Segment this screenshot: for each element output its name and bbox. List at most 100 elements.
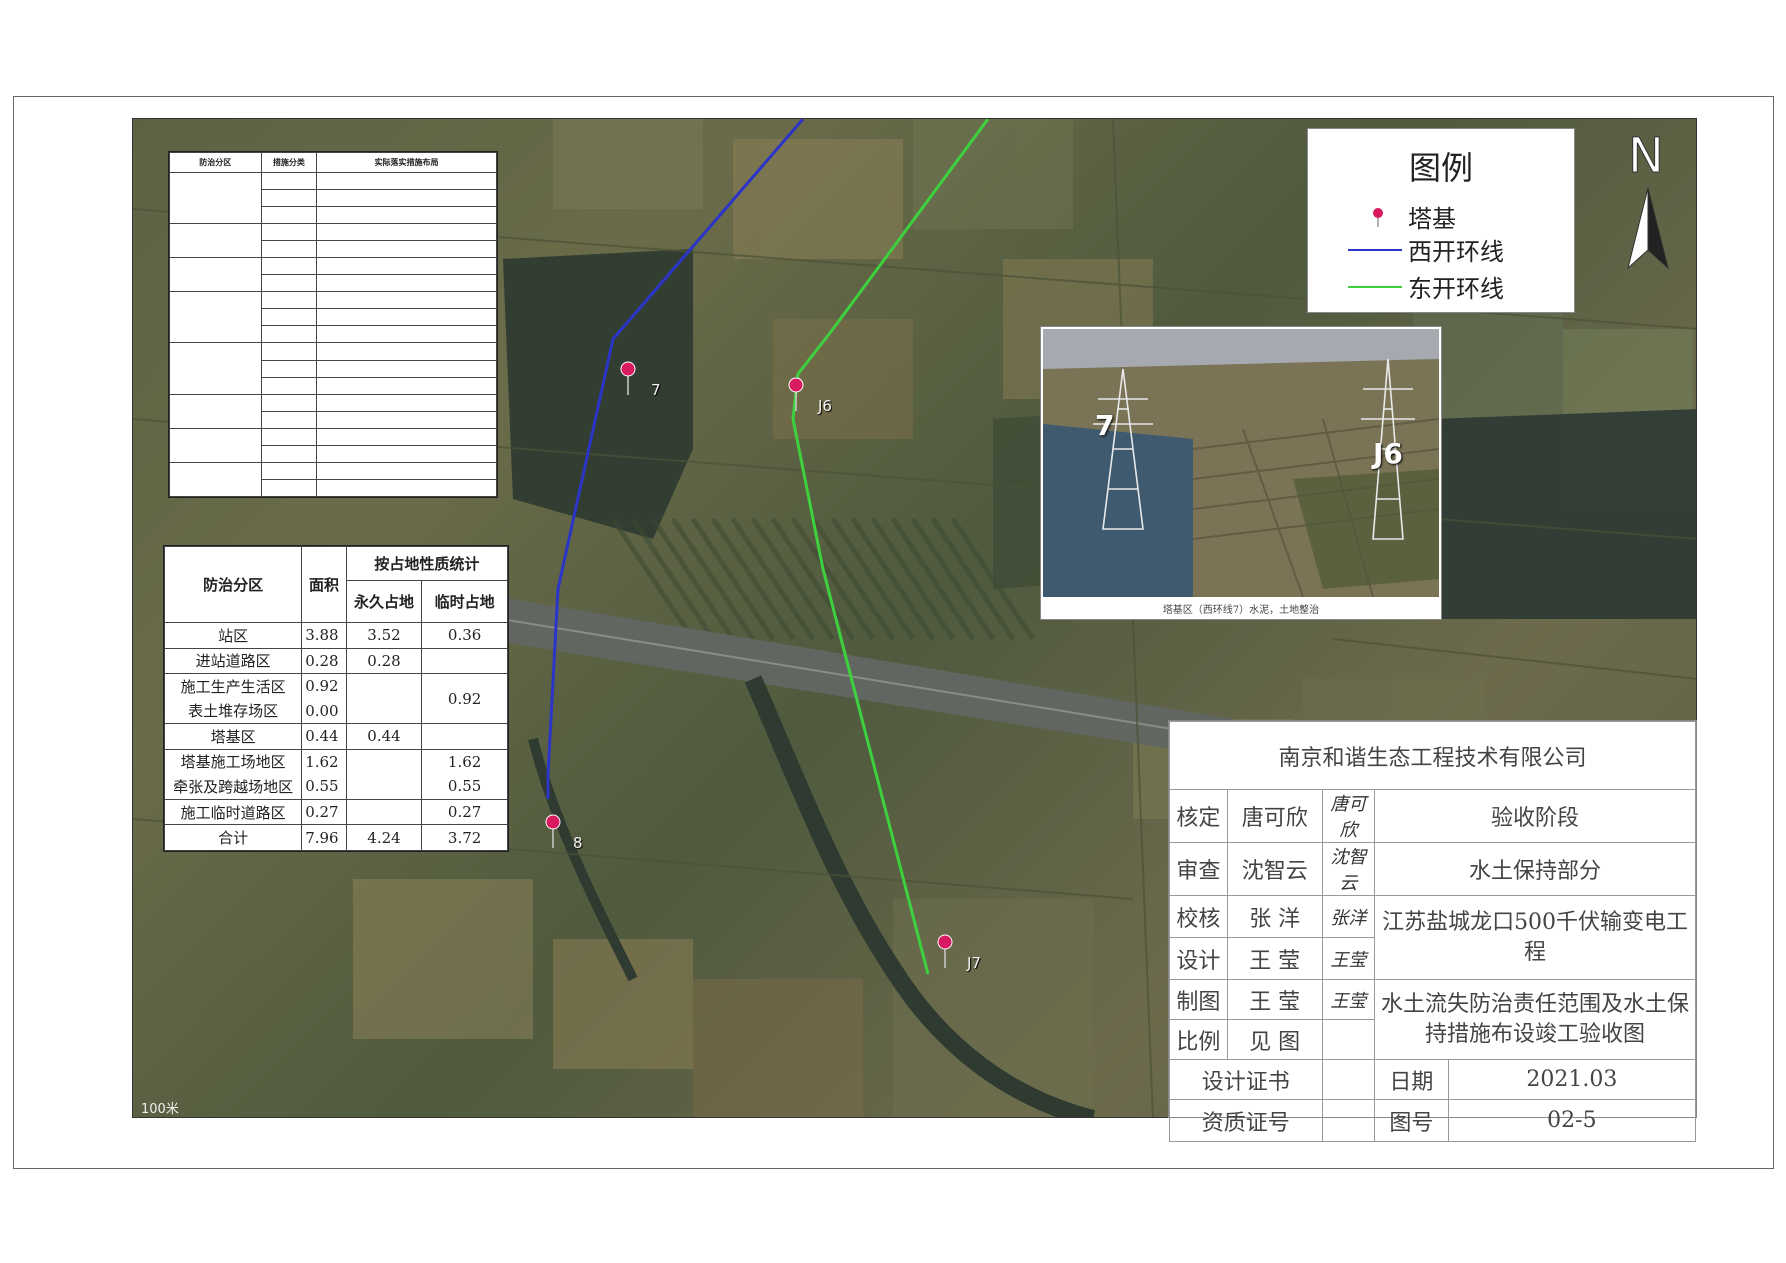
- signature-cell: 王莹: [1321, 937, 1376, 980]
- area-cell: 0.55: [301, 774, 347, 800]
- cert-quality-label: 资质证号: [1169, 1099, 1323, 1142]
- perm-cell: [345, 748, 423, 775]
- temp-cell: 0.55: [421, 774, 508, 800]
- area-cell: 0.27: [301, 798, 347, 826]
- perm-cell: 0.44: [345, 723, 423, 750]
- area-cell: 0.00: [301, 698, 347, 725]
- role-cell: 制图: [1169, 979, 1228, 1020]
- land-stats-table: 防治分区 面积 按占地性质统计 永久占地 临时占地 站区 3.88 3.52 0…: [163, 545, 509, 852]
- name-cell: 张 洋: [1226, 895, 1323, 938]
- title-block: 南京和谐生态工程技术有限公司 核定 唐可欣 唐可欣 验收阶段 审查 沈智云 沈智…: [1168, 720, 1697, 1142]
- tower-label-J7: J7: [967, 954, 981, 972]
- name-cell: 王 莹: [1226, 937, 1323, 980]
- name-cell: 唐可欣: [1226, 789, 1323, 843]
- perm-cell: 3.52: [345, 622, 423, 649]
- temp-cell: 0.36: [421, 622, 508, 649]
- name-cell: 见 图: [1226, 1019, 1323, 1060]
- zone-cell: 施工临时道路区: [163, 798, 303, 826]
- company-name: 南京和谐生态工程技术有限公司: [1169, 721, 1696, 790]
- site-photo: 7 J6 塔基区（西环线7）水泥，土地整治: [1040, 326, 1442, 620]
- perm-cell: [345, 798, 423, 826]
- zone-cell: 进站道路区: [163, 647, 303, 675]
- table-row: 牵张及跨越场地区 0.55 0.55: [163, 774, 508, 800]
- stats-header-perm: 永久占地: [345, 580, 423, 623]
- cert-design-label: 设计证书: [1169, 1059, 1323, 1100]
- tower-pin-J7[interactable]: [937, 934, 953, 968]
- drawing-title: 水土流失防治责任范围及水土保持措施布设竣工验收图: [1374, 979, 1696, 1060]
- stage-cell: 验收阶段: [1374, 789, 1696, 843]
- measures-header-zone: 防治分区: [169, 152, 262, 173]
- name-cell: 王 莹: [1226, 979, 1323, 1020]
- name-cell: 沈智云: [1226, 842, 1323, 896]
- legend-item-tower: 塔基: [1348, 199, 1456, 234]
- photo-tower-label-7: 7: [1095, 409, 1115, 442]
- area-cell: 0.28: [301, 647, 347, 675]
- temp-cell: 0.27: [421, 798, 508, 826]
- signature-cell: [1321, 1019, 1376, 1060]
- zone-cell: 施工生产生活区: [163, 673, 303, 699]
- pin-icon: [1348, 205, 1402, 229]
- stats-header-zone: 防治分区: [163, 546, 303, 623]
- table-row: 进站道路区 0.28 0.28: [163, 647, 508, 675]
- perm-cell: 4.24: [345, 824, 423, 851]
- role-cell: 比例: [1169, 1019, 1228, 1060]
- table-row: 塔基区 0.44 0.44: [163, 723, 508, 750]
- role-cell: 校核: [1169, 895, 1228, 938]
- north-arrow-icon: N: [1618, 128, 1678, 276]
- signature-cell: 沈智云: [1321, 842, 1376, 896]
- project-name: 江苏盐城龙口500千伏输变电工程: [1374, 895, 1696, 980]
- tower-pin-8[interactable]: [545, 814, 561, 848]
- table-row: 施工生产生活区 0.92 0.92: [163, 673, 508, 725]
- zone-cell: 塔基区: [163, 723, 303, 750]
- table-row: 施工临时道路区 0.27 0.27: [163, 798, 508, 826]
- zone-cell: 合计: [163, 824, 303, 851]
- scale-bar-label: 100米: [141, 1102, 179, 1117]
- area-cell: 0.92: [301, 673, 347, 699]
- area-cell: 1.62: [301, 748, 347, 775]
- date-label: 日期: [1374, 1059, 1449, 1100]
- signature-cell: 唐可欣: [1321, 789, 1376, 843]
- tower-label-8: 8: [573, 834, 583, 852]
- legend-label: 东开环线: [1408, 275, 1504, 303]
- area-cell: 7.96: [301, 824, 347, 851]
- measures-header-layout: 实际落实措施布局: [316, 152, 497, 173]
- tower-label-7: 7: [651, 381, 661, 399]
- photo-caption: 塔基区（西环线7）水泥，土地整治: [1162, 605, 1320, 616]
- perm-cell: [345, 673, 423, 725]
- tower-label-J6: J6: [818, 397, 832, 415]
- role-cell: 设计: [1169, 937, 1228, 980]
- temp-cell: 1.62: [421, 748, 508, 775]
- table-row: 合计 7.96 4.24 3.72: [163, 824, 508, 851]
- role-cell: 核定: [1169, 789, 1228, 843]
- north-label: N: [1628, 128, 1664, 184]
- legend-label: 西开环线: [1408, 238, 1504, 266]
- photo-tower-label-J6: J6: [1373, 437, 1403, 470]
- map-legend: 图例 塔基 西开环线 东开环线: [1307, 128, 1575, 313]
- tower-pin-J6[interactable]: [788, 377, 804, 411]
- zone-cell: 塔基施工场地区: [163, 748, 303, 775]
- perm-cell: 0.28: [345, 647, 423, 675]
- legend-title: 图例: [1408, 149, 1473, 187]
- measures-header-type: 措施分类: [260, 152, 318, 173]
- tower-pin-7[interactable]: [620, 361, 636, 395]
- temp-cell: [421, 723, 508, 750]
- green-line-icon: [1348, 275, 1402, 299]
- drawing-no-label: 图号: [1374, 1099, 1449, 1142]
- zone-cell: 表土堆存场区: [163, 698, 303, 725]
- signature-cell: 王莹: [1321, 979, 1376, 1020]
- department-cell: 水土保持部分: [1374, 842, 1696, 896]
- legend-label: 塔基: [1408, 205, 1456, 233]
- table-row: 站区 3.88 3.52 0.36: [163, 622, 508, 649]
- temp-cell: [421, 647, 508, 675]
- east-route-line: [791, 119, 990, 975]
- legend-item-west-route: 西开环线: [1348, 232, 1504, 267]
- role-cell: 审查: [1169, 842, 1228, 896]
- stats-header-temp: 临时占地: [421, 580, 508, 623]
- signature-cell: 张洋: [1321, 895, 1376, 938]
- legend-item-east-route: 东开环线: [1348, 269, 1504, 304]
- tower-photo: 7 J6: [1043, 329, 1439, 597]
- stats-header-group: 按占地性质统计: [345, 546, 509, 581]
- area-cell: 0.44: [301, 723, 347, 750]
- stats-header-area: 面积: [301, 546, 347, 623]
- temp-cell: 0.92: [421, 673, 508, 725]
